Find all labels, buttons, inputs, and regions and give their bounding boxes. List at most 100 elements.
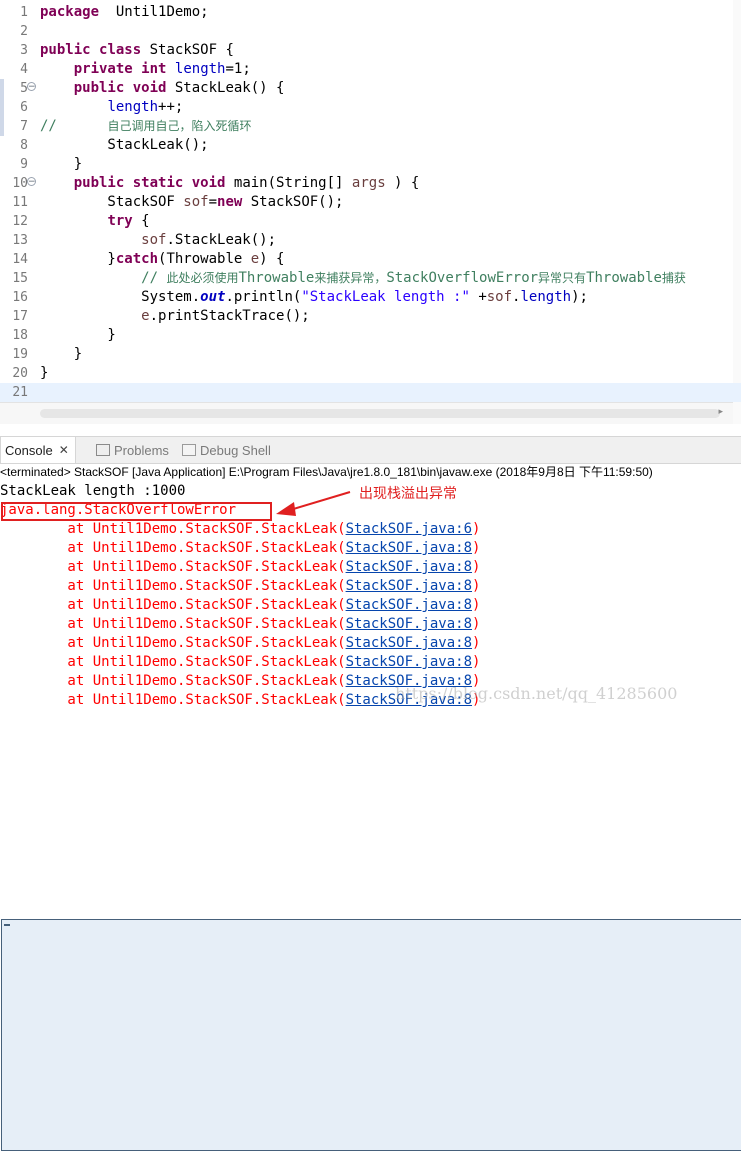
line-number: 7	[20, 119, 28, 134]
line-number: 4	[20, 62, 28, 77]
stack-frame-line: at Until1Demo.StackSOF.StackLeak(StackSO…	[0, 616, 481, 632]
code-text: // 自己调用自己，陷入死循环	[40, 118, 252, 134]
code-text: try {	[107, 213, 150, 229]
line-number: 8	[20, 138, 28, 153]
annotation-label: 出现栈溢出异常	[359, 486, 457, 502]
close-icon[interactable]: ✕	[59, 443, 69, 457]
line-number: 13	[12, 233, 28, 248]
code-text: private int length=1;	[73, 61, 251, 77]
code-text: length++;	[107, 99, 184, 115]
debug-shell-icon	[182, 444, 196, 456]
code-line[interactable]: 7 // 自己调用自己，陷入死循环	[0, 117, 741, 136]
problems-icon	[96, 444, 110, 456]
line-number: 11	[12, 195, 28, 210]
code-line[interactable]: 9 }	[0, 155, 741, 174]
tab-debug-shell[interactable]: Debug Shell	[182, 437, 271, 463]
code-line[interactable]: 1 package Until1Demo;	[0, 3, 741, 22]
code-line[interactable]: 4 private int length=1;	[0, 60, 741, 79]
line-number: 6	[20, 100, 28, 115]
code-text: public class StackSOF {	[40, 42, 234, 58]
stack-frame-line: at Until1Demo.StackSOF.StackLeak(StackSO…	[0, 654, 481, 670]
code-line[interactable]: 8 StackLeak();	[0, 136, 741, 155]
code-text: }	[40, 346, 83, 362]
tab-console[interactable]: Console ✕	[0, 437, 741, 1151]
code-line[interactable]: 13 sof.StackLeak();	[0, 231, 741, 250]
code-text: e.printStackTrace();	[141, 308, 310, 324]
line-number: 16	[12, 290, 28, 305]
code-line[interactable]: 17 e.printStackTrace();	[0, 307, 741, 326]
source-link[interactable]: StackSOF.java:8	[346, 559, 472, 575]
error-highlight-box	[1, 502, 272, 521]
source-link[interactable]: StackSOF.java:8	[346, 635, 472, 651]
code-line[interactable]: 12 try {	[0, 212, 741, 231]
line-number: 20	[12, 366, 28, 381]
console-status-line: <terminated> StackSOF [Java Application]…	[0, 465, 653, 479]
code-line[interactable]: 21	[0, 383, 741, 402]
code-text: StackLeak();	[40, 137, 209, 153]
line-number: 10	[12, 176, 28, 191]
line-number: 1	[20, 5, 28, 20]
line-number: 17	[12, 309, 28, 324]
tab-problems-label: Problems	[114, 442, 169, 458]
code-line[interactable]: 5− public void StackLeak() {	[0, 79, 741, 98]
source-link[interactable]: StackSOF.java:8	[346, 578, 472, 594]
stack-frame-line: at Until1Demo.StackSOF.StackLeak(StackSO…	[0, 521, 481, 537]
stack-frame-line: at Until1Demo.StackSOF.StackLeak(StackSO…	[0, 559, 481, 575]
code-editor[interactable]: ▸ 1 package Until1Demo; 2 3 public class Sta…	[0, 0, 741, 424]
tab-problems[interactable]: Problems	[96, 437, 169, 463]
code-text: }	[40, 327, 116, 343]
code-text: public static void main(String[] args ) …	[73, 175, 420, 191]
source-link[interactable]: StackSOF.java:8	[346, 616, 472, 632]
line-number: 5	[20, 81, 28, 96]
stack-frame-line: at Until1Demo.StackSOF.StackLeak(StackSO…	[0, 578, 481, 594]
line-number: 19	[12, 347, 28, 362]
code-line[interactable]: 11 StackSOF sof=new StackSOF();	[0, 193, 741, 212]
code-text: sof.StackLeak();	[141, 232, 277, 248]
code-line[interactable]: 15 // 此处必须使用Throwable来捕获异常，StackOverflow…	[0, 269, 741, 288]
code-text: }	[40, 365, 49, 381]
source-link[interactable]: StackSOF.java:8	[346, 654, 472, 670]
console-view-tabs: Console ✕ Problems Debug Shell	[0, 436, 741, 1151]
line-number: 21	[12, 385, 28, 400]
fold-collapse-icon[interactable]: −	[27, 177, 36, 187]
editor-horizontal-scrollbar[interactable]: ▸	[0, 402, 733, 424]
code-text: public void StackLeak() {	[73, 80, 285, 96]
line-number: 12	[12, 214, 28, 229]
watermark: https://blog.csdn.net/qq_41285600	[395, 684, 678, 703]
code-line[interactable]: 18 }	[0, 326, 741, 345]
code-line[interactable]: 3 public class StackSOF {	[0, 41, 741, 60]
source-link[interactable]: StackSOF.java:8	[346, 540, 472, 556]
code-line[interactable]: 16 System.out.println("StackLeak length …	[0, 288, 741, 307]
code-text: System.out.println("StackLeak length :" …	[40, 289, 588, 305]
code-line[interactable]: 6 length++;	[0, 98, 741, 117]
stack-frame-line: at Until1Demo.StackSOF.StackLeak(StackSO…	[0, 540, 481, 556]
stack-frame-line: at Until1Demo.StackSOF.StackLeak(StackSO…	[0, 635, 481, 651]
code-text: package Until1Demo;	[40, 4, 209, 20]
fold-collapse-icon[interactable]: −	[27, 82, 36, 92]
console-icon	[1, 919, 741, 1151]
code-line[interactable]: 20}	[0, 364, 741, 383]
line-number: 18	[12, 328, 28, 343]
line-number: 3	[20, 43, 28, 58]
code-line[interactable]: 14 }catch(Throwable e) {	[0, 250, 741, 269]
line-number: 15	[12, 271, 28, 286]
code-text: }catch(Throwable e) {	[40, 251, 285, 267]
line-number: 2	[20, 24, 28, 39]
source-link[interactable]: StackSOF.java:8	[346, 597, 472, 613]
scroll-thumb[interactable]	[40, 409, 720, 418]
line-number: 14	[12, 252, 28, 267]
tab-debug-shell-label: Debug Shell	[200, 442, 271, 458]
code-line[interactable]: 2	[0, 22, 741, 41]
line-number: 9	[20, 157, 28, 172]
annotation-arrow-icon	[276, 491, 351, 516]
console-output-line: StackLeak length :1000	[0, 483, 186, 499]
stack-frame-line: at Until1Demo.StackSOF.StackLeak(StackSO…	[0, 597, 481, 613]
code-text: }	[40, 156, 83, 172]
scroll-right-arrow-icon[interactable]: ▸	[718, 407, 723, 417]
code-text: // 此处必须使用Throwable来捕获异常，StackOverflowErr…	[40, 270, 686, 286]
tab-console-label: Console	[5, 442, 53, 458]
code-line[interactable]: 19 }	[0, 345, 741, 364]
code-text: StackSOF sof=new StackSOF();	[40, 194, 344, 210]
source-link[interactable]: StackSOF.java:6	[346, 521, 472, 537]
code-line[interactable]: 10− public static void main(String[] arg…	[0, 174, 741, 193]
